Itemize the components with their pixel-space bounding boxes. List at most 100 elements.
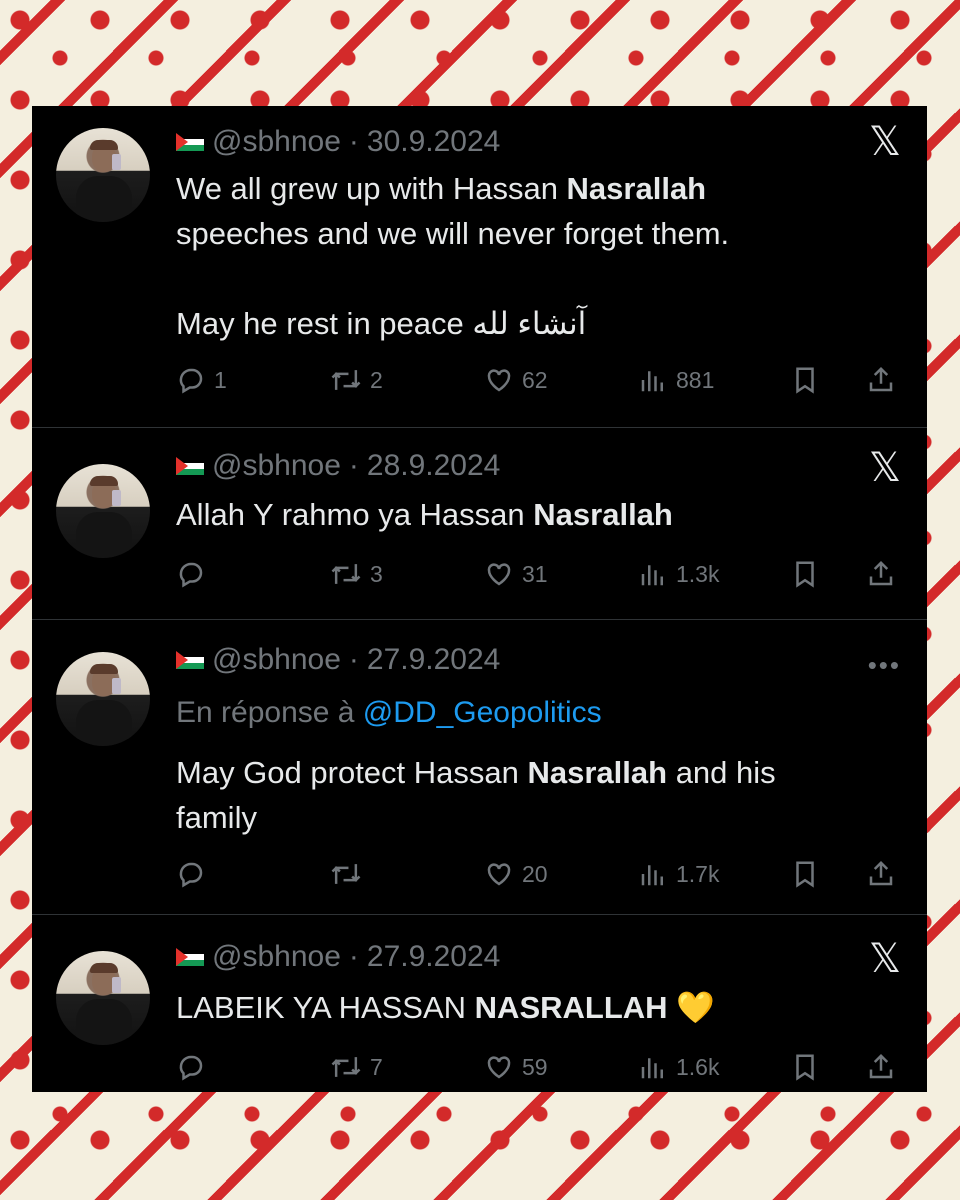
retweet-count: 2 [370,366,383,393]
heart-icon [487,863,511,886]
reply-button[interactable] [176,554,214,594]
like-count: 31 [522,560,548,587]
reply-button[interactable] [176,854,214,894]
tweet-header: @sbhnoe · 30.9.2024 [176,122,500,162]
user-handle[interactable]: @sbhnoe [212,449,341,483]
tweet-date[interactable]: 27.9.2024 [367,940,500,974]
views-button[interactable]: 1.6k [638,1047,719,1087]
bookmark-button[interactable] [790,1047,820,1087]
palestine-flag-icon [176,457,204,475]
like-count: 62 [522,366,548,393]
views-button[interactable]: 1.3k [638,554,719,594]
view-count: 1.3k [676,560,720,587]
view-count: 1.6k [676,1053,720,1080]
reply-icon [179,368,203,394]
share-icon [869,1053,893,1079]
like-button[interactable]: 62 [484,360,548,400]
avatar[interactable] [56,464,150,558]
tweet-header: @sbhnoe · 27.9.2024 [176,937,500,977]
share-button[interactable] [866,1047,896,1087]
bookmark-icon [796,861,814,888]
bookmark-icon [796,367,814,394]
reply-icon [179,562,203,588]
more-options-icon[interactable]: ••• [868,650,901,681]
view-count: 1.7k [676,860,720,887]
heart-icon [487,1056,511,1079]
tweet-date[interactable]: 27.9.2024 [367,643,500,677]
retweet-icon [331,564,361,584]
tweet-text: Allah Y rahmo ya Hassan Nasrallah [176,497,673,532]
bold-name: Nasrallah [566,171,707,206]
tweet-1[interactable]: @sbhnoe · 30.9.2024 𝕏 We all grew up with … [32,106,927,428]
separator: · [348,125,359,158]
views-icon [641,371,663,392]
retweet-button[interactable]: 3 [330,554,383,594]
x-logo-icon: 𝕏 [868,936,902,982]
retweet-count: 3 [370,560,383,587]
reply-context: En réponse à @DD_Geopolitics [176,696,602,729]
like-button[interactable]: 59 [484,1047,548,1087]
heart-icon [487,563,511,586]
tweet-text: May God protect Hassan Nasrallah and his… [176,755,776,835]
mention-link[interactable]: @DD_Geopolitics [363,696,602,729]
share-button[interactable] [866,854,896,894]
tweets-card: @sbhnoe · 30.9.2024 𝕏 We all grew up with … [32,106,927,1092]
bookmark-icon [796,561,814,588]
retweet-button[interactable] [330,854,370,894]
share-icon [869,860,893,886]
share-icon [869,560,893,586]
avatar[interactable] [56,652,150,746]
tweet-actions: 3 31 1.3k [176,554,901,594]
reply-icon [179,1055,203,1081]
views-icon [641,865,663,886]
bold-name: Nasrallah [533,497,673,532]
like-button[interactable]: 20 [484,854,548,894]
tweet-3[interactable]: @sbhnoe · 27.9.2024 ••• En réponse à @DD_G… [32,620,927,915]
x-logo-icon: 𝕏 [868,119,902,165]
separator: · [348,940,359,973]
x-logo-icon: 𝕏 [868,445,902,491]
retweet-button[interactable]: 2 [330,360,383,400]
separator: · [348,449,359,482]
retweet-icon [331,1057,361,1077]
yellow-heart-emoji: 💛 [667,990,715,1025]
view-count: 881 [676,366,715,393]
palestine-flag-icon [176,651,204,669]
user-handle[interactable]: @sbhnoe [212,643,341,677]
retweet-icon [331,864,361,884]
like-count: 59 [522,1053,548,1080]
like-button[interactable]: 31 [484,554,548,594]
user-handle[interactable]: @sbhnoe [212,940,341,974]
palestine-flag-icon [176,133,204,151]
avatar[interactable] [56,951,150,1045]
share-icon [869,366,893,392]
reply-count: 1 [214,366,227,393]
views-button[interactable]: 881 [638,360,714,400]
reply-button[interactable] [176,1047,214,1087]
retweet-icon [331,370,361,390]
bookmark-button[interactable] [790,360,820,400]
views-button[interactable]: 1.7k [638,854,719,894]
views-icon [641,565,663,586]
reply-button[interactable]: 1 [176,360,227,400]
tweet-date[interactable]: 30.9.2024 [367,125,500,159]
bookmark-icon [796,1054,814,1081]
user-handle[interactable]: @sbhnoe [212,125,341,159]
tweet-actions: 7 59 1.6k [176,1047,901,1087]
tweet-text: LABEIK YA HASSAN NASRALLAH 💛 [176,990,715,1025]
bookmark-button[interactable] [790,854,820,894]
bookmark-button[interactable] [790,554,820,594]
tweet-2[interactable]: @sbhnoe · 28.9.2024 𝕏 Allah Y rahmo ya Has… [32,428,927,620]
avatar[interactable] [56,128,150,222]
retweet-count: 7 [370,1053,383,1080]
tweet-actions: 1 2 62 881 [176,360,901,400]
bold-name: NASRALLAH [474,990,668,1025]
tweet-text: We all grew up with Hassan Nasrallah spe… [176,171,730,341]
tweet-date[interactable]: 28.9.2024 [367,449,500,483]
share-button[interactable] [866,360,896,400]
separator: · [348,643,359,676]
retweet-button[interactable]: 7 [330,1047,383,1087]
heart-icon [487,369,511,392]
tweet-4[interactable]: @sbhnoe · 27.9.2024 𝕏 LABEIK YA HASSAN NAS… [32,915,927,1092]
share-button[interactable] [866,554,896,594]
